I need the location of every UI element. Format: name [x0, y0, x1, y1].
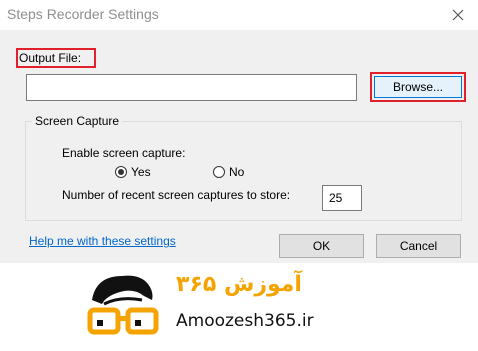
- output-label-highlight: [16, 48, 96, 68]
- logo-persian-text: آموزش ۳۶۵: [176, 272, 302, 297]
- close-button[interactable]: [438, 0, 478, 30]
- browse-button[interactable]: Browse...: [374, 76, 462, 98]
- watermark-logo: آموزش ۳۶۵ Amoozesh365.ir: [84, 270, 374, 345]
- cancel-button[interactable]: Cancel: [376, 234, 461, 258]
- logo-latin-text: Amoozesh365.ir: [176, 311, 314, 331]
- radio-yes-label: Yes: [131, 165, 151, 179]
- title-bar: Steps Recorder Settings: [0, 0, 478, 30]
- screen-capture-group-title: Screen Capture: [32, 114, 123, 128]
- window-title: Steps Recorder Settings: [7, 6, 159, 22]
- enable-capture-label: Enable screen capture:: [62, 146, 186, 160]
- capture-count-input[interactable]: [322, 185, 362, 211]
- ok-button[interactable]: OK: [279, 234, 364, 258]
- radio-no-label: No: [229, 165, 245, 179]
- radio-yes-dot: [118, 169, 124, 175]
- close-icon: [452, 9, 464, 21]
- radio-no-circle[interactable]: [213, 166, 225, 178]
- radio-yes[interactable]: Yes: [115, 165, 151, 179]
- radio-yes-circle[interactable]: [115, 166, 127, 178]
- mascot-icon: [87, 275, 159, 335]
- help-link[interactable]: Help me with these settings: [29, 234, 176, 248]
- settings-dialog: Steps Recorder Settings Output File: Bro…: [0, 0, 478, 263]
- capture-count-label: Number of recent screen captures to stor…: [62, 188, 291, 202]
- output-file-input[interactable]: [26, 74, 357, 101]
- radio-no[interactable]: No: [213, 165, 244, 179]
- browse-highlight: Browse...: [370, 72, 466, 102]
